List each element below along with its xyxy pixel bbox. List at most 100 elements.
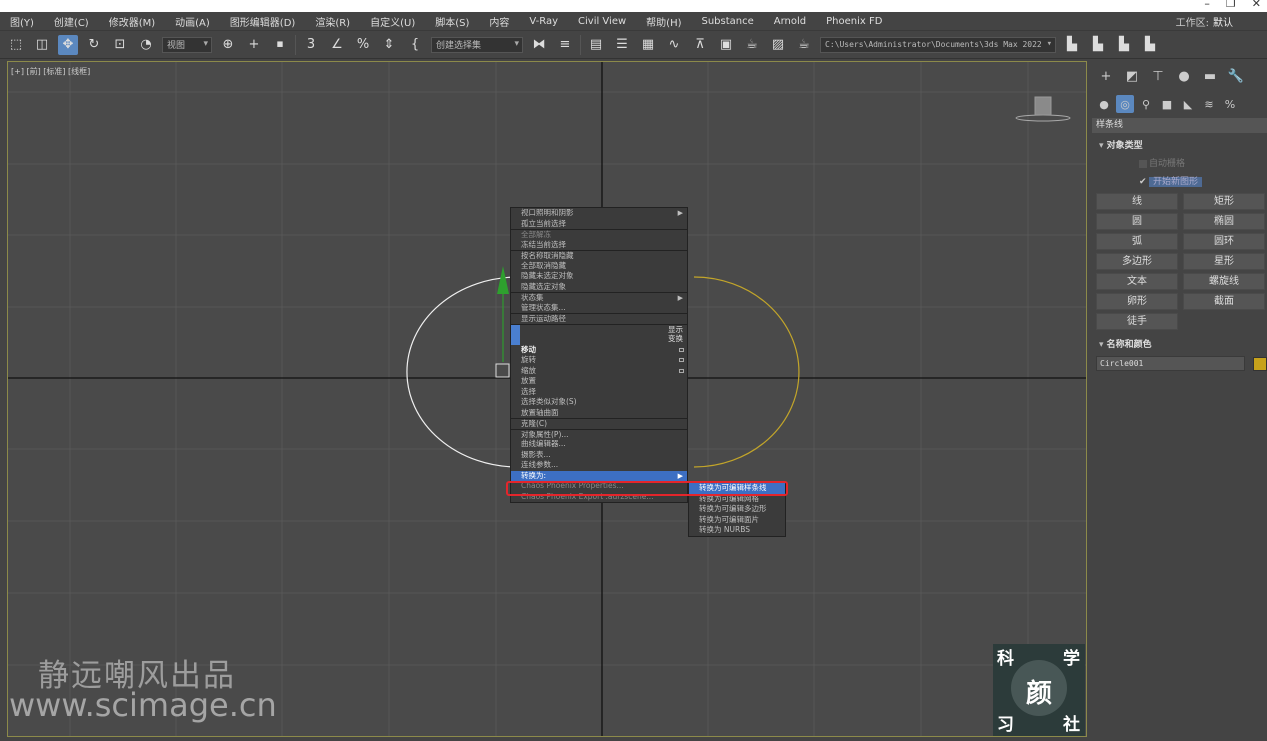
quad-menu-item[interactable]: 缩放 — [511, 366, 687, 377]
mirror-icon[interactable]: ⧓ — [529, 35, 549, 55]
shape-button[interactable]: 螺旋线 — [1183, 273, 1265, 290]
project-folder-icon[interactable]: ▙ — [1062, 35, 1082, 55]
shape-button[interactable]: 椭圆 — [1183, 213, 1265, 230]
quad-menu-item[interactable]: 克隆(C) — [511, 418, 687, 429]
menu-item[interactable]: Arnold — [764, 16, 816, 27]
shape-button[interactable]: 徒手 — [1096, 313, 1178, 330]
convert-to-item[interactable]: 转换为可编辑样条线 — [689, 483, 785, 494]
auto-grid-checkbox[interactable]: 自动栅格 — [1091, 155, 1267, 173]
open-project-icon[interactable]: ▙ — [1114, 35, 1134, 55]
layer-explorer-icon[interactable]: ☰ — [612, 35, 632, 55]
ribbon-icon[interactable]: ▦ — [638, 35, 658, 55]
quad-menu-item[interactable]: 状态集 ▶ — [511, 292, 687, 303]
convert-to-item[interactable]: 转换为可编辑多边形 — [689, 504, 785, 515]
angle-snap-icon[interactable]: ∠ — [327, 35, 347, 55]
percent-snap-icon[interactable]: % — [353, 35, 373, 55]
quad-menu-item[interactable]: 连线参数... — [511, 460, 687, 471]
hierarchy-tab-icon[interactable]: ⊤ — [1147, 65, 1169, 87]
menu-item[interactable]: 图(Y) — [0, 14, 44, 29]
window-crossing-icon[interactable]: ◫ — [32, 35, 52, 55]
workspace-value[interactable]: 默认 — [1213, 18, 1233, 29]
quad-menu-item[interactable]: 曲线编辑器... — [511, 439, 687, 450]
object-color-swatch[interactable] — [1253, 356, 1267, 371]
start-new-shape-checkbox[interactable]: ✔ 开始新图形 — [1091, 173, 1267, 191]
quad-menu-item[interactable]: 隐藏选定对象 — [511, 282, 687, 293]
shape-button[interactable]: 圆 — [1096, 213, 1178, 230]
menu-item[interactable]: 帮助(H) — [636, 14, 691, 29]
menu-item[interactable]: V-Ray — [519, 16, 568, 27]
convert-to-item[interactable]: 转换为 NURBS — [689, 525, 785, 536]
motion-tab-icon[interactable]: ● — [1173, 65, 1195, 87]
spinner-snap-icon[interactable]: ⇕ — [379, 35, 399, 55]
create-project-icon[interactable]: ▙ — [1140, 35, 1160, 55]
select-scale-icon[interactable]: ⊡ — [110, 35, 130, 55]
utilities-tab-icon[interactable]: 🔧 — [1225, 65, 1247, 87]
quad-menu-item[interactable]: 全部解冻 — [511, 229, 687, 240]
shape-button[interactable]: 矩形 — [1183, 193, 1265, 210]
settings-box-icon[interactable] — [679, 368, 684, 373]
viewport-label[interactable]: [+] [前] [标准] [线框] — [11, 66, 90, 77]
material-editor-icon[interactable]: ▣ — [716, 35, 736, 55]
convert-to-item[interactable]: 转换为可编辑网格 — [689, 494, 785, 505]
select-region-icon[interactable]: ⬚ — [6, 35, 26, 55]
shape-button[interactable]: 弧 — [1096, 233, 1178, 250]
quad-menu-item[interactable]: 按名称取消隐藏 — [511, 250, 687, 261]
set-project-icon[interactable]: ▙ — [1088, 35, 1108, 55]
project-path-combo[interactable]: C:\Users\Administrator\Documents\3ds Max… — [820, 36, 1056, 53]
rendered-frame-icon[interactable]: ▨ — [768, 35, 788, 55]
menu-item[interactable]: 自定义(U) — [360, 14, 425, 29]
shape-button[interactable]: 多边形 — [1096, 253, 1178, 270]
menu-item[interactable]: Civil View — [568, 16, 636, 27]
shape-type-dropdown[interactable]: 样条线 — [1092, 118, 1267, 133]
reference-coord-combo[interactable]: 视图 — [162, 36, 212, 53]
keyboard-shortcut-icon[interactable]: ⏹ — [270, 35, 290, 55]
menu-item[interactable]: 脚本(S) — [425, 14, 479, 29]
convert-to-item[interactable]: 转换为可编辑面片 — [689, 515, 785, 526]
close-button[interactable]: ✕ — [1252, 0, 1261, 10]
space-warps-icon[interactable]: ≋ — [1200, 95, 1218, 113]
scene-explorer-icon[interactable]: ▤ — [586, 35, 606, 55]
named-selection-combo[interactable]: 创建选择集 — [431, 36, 523, 53]
create-tab-icon[interactable]: + — [1095, 65, 1117, 87]
render-setup-icon[interactable]: ☕ — [742, 35, 762, 55]
edit-named-selection-icon[interactable]: { — [405, 35, 425, 55]
move-gizmo-center[interactable] — [495, 363, 510, 378]
circle-left[interactable] — [406, 276, 519, 468]
object-type-rollout[interactable]: 对象类型 — [1091, 137, 1267, 155]
shape-button[interactable]: 线 — [1096, 193, 1178, 210]
quad-menu-item[interactable]: 显示运动路径 — [511, 313, 687, 324]
menu-item[interactable]: Substance — [692, 16, 764, 27]
curve-editor-icon[interactable]: ∿ — [664, 35, 684, 55]
quad-menu-item[interactable]: 对象属性(P)... — [511, 428, 687, 440]
shape-button[interactable]: 圆环 — [1183, 233, 1265, 250]
geometry-icon[interactable]: ● — [1095, 95, 1113, 113]
move-gizmo-y-arrow[interactable] — [497, 266, 509, 294]
manipulate-icon[interactable]: + — [244, 35, 264, 55]
settings-box-icon[interactable] — [679, 358, 684, 362]
restore-button[interactable]: ❐ — [1226, 0, 1236, 10]
align-icon[interactable]: ≡ — [555, 35, 575, 55]
systems-icon[interactable]: % — [1221, 95, 1239, 113]
quad-menu-item[interactable]: Chaos Phoenix Properties... — [511, 481, 687, 492]
circle-right[interactable] — [693, 276, 800, 468]
menu-item[interactable]: 渲染(R) — [305, 14, 360, 29]
quad-menu-item[interactable]: 冻结当前选择 — [511, 240, 687, 251]
shape-button[interactable]: 星形 — [1183, 253, 1265, 270]
cameras-icon[interactable]: ■ — [1158, 95, 1176, 113]
schematic-view-icon[interactable]: ⊼ — [690, 35, 710, 55]
menu-item[interactable]: Phoenix FD — [816, 16, 892, 27]
object-name-input[interactable]: Circle001 — [1096, 356, 1246, 371]
quad-menu-item[interactable]: 选择类似对象(S) — [511, 397, 687, 408]
quad-menu-item[interactable]: 转换为: ▶ — [511, 470, 687, 481]
quad-menu-item[interactable]: 旋转 — [511, 355, 687, 366]
select-place-icon[interactable]: ◔ — [136, 35, 156, 55]
lights-icon[interactable]: ⚲ — [1137, 95, 1155, 113]
quad-menu-item[interactable]: 放置 — [511, 376, 687, 387]
shape-button[interactable]: 截面 — [1183, 293, 1265, 310]
workspace-selector[interactable]: 工作区: 默认 — [1176, 14, 1233, 29]
quad-menu-item[interactable]: 摄影表... — [511, 450, 687, 461]
minimize-button[interactable]: – — [1204, 0, 1210, 10]
quad-menu-item[interactable]: 选择 — [511, 387, 687, 398]
display-tab-icon[interactable]: ▬ — [1199, 65, 1221, 87]
render-production-icon[interactable]: ☕ — [794, 35, 814, 55]
